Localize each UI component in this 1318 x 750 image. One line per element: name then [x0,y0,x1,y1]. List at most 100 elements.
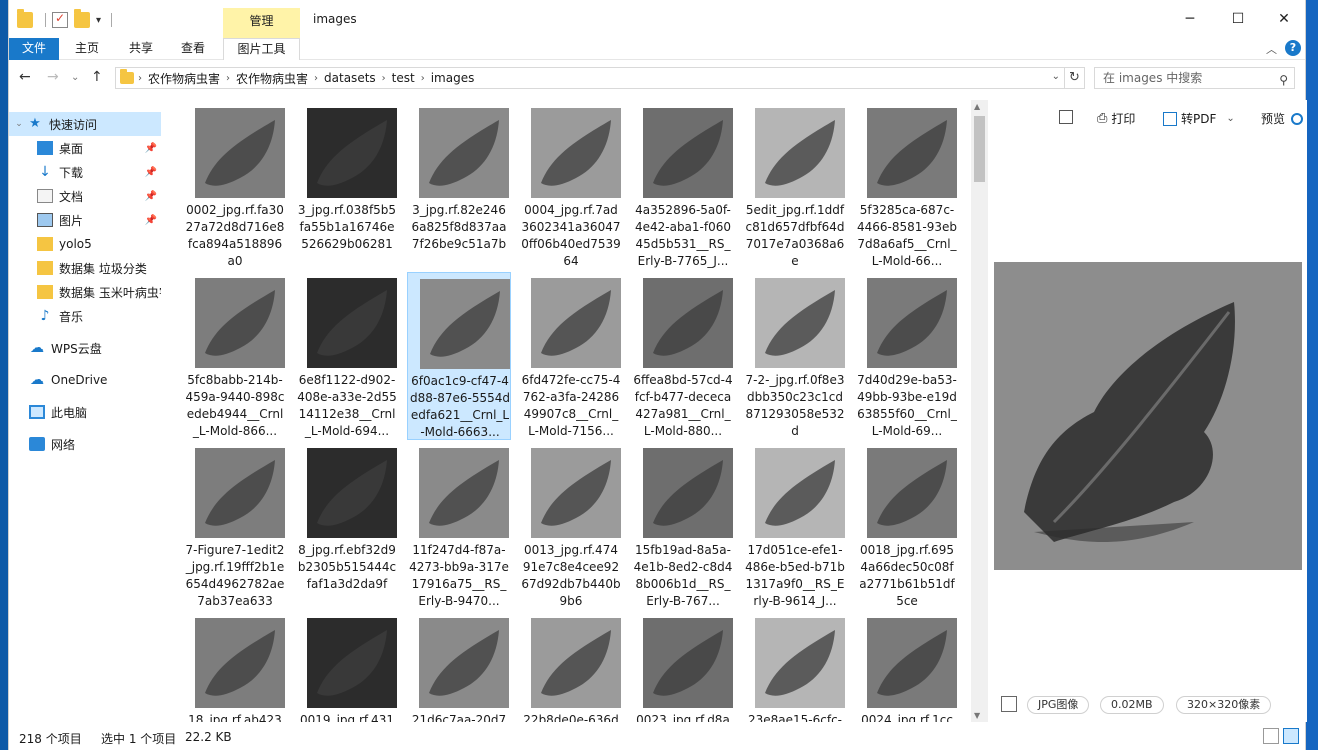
tab-home[interactable]: 主页 [67,38,107,60]
sidebar-item-wps[interactable]: ☁ WPS云盘 [9,336,161,360]
customize-toolbar-icon[interactable]: ▾ [96,15,101,26]
recent-locations-icon[interactable]: ⌄ [71,72,79,83]
forward-arrow-icon[interactable]: → [47,69,59,85]
back-arrow-icon[interactable]: ← [19,69,31,85]
new-folder-icon[interactable] [74,9,90,28]
tab-share[interactable]: 共享 [121,38,161,60]
file-name: 17d051ce-efe1-486e-b5ed-b71b1317a9f0__RS… [745,543,845,608]
file-name: 5fc8babb-214b-459a-9440-898cedeb4944__Cr… [185,373,285,438]
thumbnail-image [195,448,285,538]
scroll-up-icon[interactable]: ▲ [974,102,980,111]
tab-view[interactable]: 查看 [173,38,213,60]
file-item[interactable]: 21d6c7aa-20d7 [407,612,511,722]
tab-picture-tools[interactable]: 图片工具 [223,38,300,60]
breadcrumb[interactable]: datasets [324,71,376,85]
file-item[interactable]: 3_jpg.rf.038f5b5fa55b1a16746e526629b0628… [295,102,399,270]
sidebar-item-garbage-dataset[interactable]: 数据集 垃圾分类 [9,256,161,280]
breadcrumb[interactable]: 农作物病虫害 [148,70,220,87]
file-item[interactable]: 11f247d4-f87a-4273-bb9a-317e17916a75__RS… [407,442,511,610]
sidebar-item-onedrive[interactable]: ☁ OneDrive [9,368,161,392]
file-name: 0002_jpg.rf.fa3027a72d8d716e8fca894a5188… [185,203,285,268]
file-item[interactable]: 8_jpg.rf.ebf32d9b2305b515444cfaf1a3d2da9… [295,442,399,610]
quick-access-toolbar: ▾ [17,9,118,30]
file-item[interactable]: 22b8de0e-636d [519,612,623,722]
chevron-down-icon[interactable]: ⌄ [1226,113,1234,124]
file-name: 21d6c7aa-20d7 [411,713,507,722]
breadcrumb[interactable]: 农作物病虫害 [236,70,308,87]
file-item[interactable]: 7-Figure7-1edit2_jpg.rf.19fff2b1e654d496… [183,442,287,610]
thumbnail-image [419,448,509,538]
selection-count: 选中 1 个项目 [101,732,177,746]
file-name: 18_jpg.rf.ab423 [188,713,282,722]
vertical-scrollbar[interactable]: ▲ ▼ [971,100,988,722]
up-arrow-icon[interactable]: ↑ [91,69,103,85]
open-panel-icon[interactable] [1059,110,1073,124]
refresh-button[interactable]: ↻ [1065,67,1085,89]
file-item[interactable]: 5fc8babb-214b-459a-9440-898cedeb4944__Cr… [183,272,287,440]
file-item[interactable]: 4a352896-5a0f-4e42-aba1-f06045d5b531__RS… [631,102,735,270]
address-bar[interactable]: › 农作物病虫害 › 农作物病虫害 › datasets › test › im… [115,67,1065,89]
scroll-down-icon[interactable]: ▼ [974,711,980,720]
file-item[interactable]: 0004_jpg.rf.7ad3602341a360470ff06b40ed75… [519,102,623,270]
file-item[interactable]: 0013_jpg.rf.47491e7c8e4cee9267d92db7b440… [519,442,623,610]
sidebar-item-pictures[interactable]: 图片 📌 [9,208,161,232]
sidebar-item-music[interactable]: ♪ 音乐 [9,304,161,328]
search-input[interactable]: 在 images 中搜索 ⚲ [1094,67,1295,89]
pin-icon: 📌 [144,190,157,202]
file-item[interactable]: 7-2-_jpg.rf.0f8e3dbb350c23c1cd871293058e… [743,272,847,440]
details-icon[interactable] [1001,696,1017,712]
file-name: 3_jpg.rf.82e2466a825f8d837aa7f26be9c51a7… [411,203,507,251]
file-item[interactable]: 15fb19ad-8a5a-4e1b-8ed2-c8d48b006b1d__RS… [631,442,735,610]
preview-button[interactable]: 预览 [1261,110,1304,127]
file-item[interactable]: 5f3285ca-687c-4466-8581-93eb7d8a6af5__Cr… [855,102,959,270]
file-item[interactable]: 0002_jpg.rf.fa3027a72d8d716e8fca894a5188… [183,102,287,270]
chevron-up-icon[interactable]: ︿ [1266,41,1277,57]
breadcrumb[interactable]: test [392,71,415,85]
file-item[interactable]: 0024_jpg.rf.1cc [855,612,959,722]
details-view-icon[interactable] [1263,728,1279,744]
print-button[interactable]: ⎙ 打印 [1097,110,1135,127]
sidebar-item-label: OneDrive [51,373,108,387]
file-name: 0004_jpg.rf.7ad3602341a360470ff06b40ed75… [521,203,621,268]
thumbnail-image [420,279,510,369]
maximize-button[interactable]: ☐ [1215,4,1261,34]
file-item[interactable]: 18_jpg.rf.ab423 [183,612,287,722]
file-item[interactable]: 3_jpg.rf.82e2466a825f8d837aa7f26be9c51a7… [407,102,511,270]
file-item[interactable]: 6f0ac1c9-cf47-4d88-87e6-5554dedfa621__Cr… [407,272,511,440]
file-item[interactable]: 23e8ae15-6cfc- [743,612,847,722]
file-item[interactable]: 7d40d29e-ba53-49bb-93be-e19d63855f60__Cr… [855,272,959,440]
chevron-down-icon[interactable]: ⌄ [13,119,25,129]
breadcrumb[interactable]: images [431,71,475,85]
file-item[interactable]: 0019_jpg.rf.431 [295,612,399,722]
sidebar-item-quick-access[interactable]: ⌄ ★ 快速访问 [9,112,161,136]
file-item[interactable]: 0018_jpg.rf.6954a66dec50c08fa2771b61b51d… [855,442,959,610]
chevron-down-icon[interactable]: ⌄ [1052,71,1060,82]
file-item[interactable]: 17d051ce-efe1-486e-b5ed-b71b1317a9f0__RS… [743,442,847,610]
sidebar-item-network[interactable]: 网络 [9,432,161,456]
sidebar-item-documents[interactable]: 文档 📌 [9,184,161,208]
file-item[interactable]: 0023_jpg.rf.d8a [631,612,735,722]
scrollbar-thumb[interactable] [974,116,985,182]
sidebar-item-downloads[interactable]: ↓ 下载 📌 [9,160,161,184]
file-item[interactable]: 6ffea8bd-57cd-4fcf-b477-dececa427a981__C… [631,272,735,440]
large-icons-view-icon[interactable] [1283,728,1299,744]
sidebar-item-yolo5[interactable]: yolo5 [9,232,161,256]
tab-file[interactable]: 文件 [9,38,59,60]
help-icon[interactable]: ? [1285,40,1301,56]
sidebar-item-desktop[interactable]: 桌面 📌 [9,136,161,160]
file-item[interactable]: 6fd472fe-cc75-4762-a3fa-2428649907c8__Cr… [519,272,623,440]
file-name: 5edit_jpg.rf.1ddfc81d657dfbf64d7017e7a03… [745,203,845,268]
sidebar-item-label: 文档 [59,189,84,204]
properties-icon[interactable] [52,11,68,28]
file-item[interactable]: 5edit_jpg.rf.1ddfc81d657dfbf64d7017e7a03… [743,102,847,270]
to-pdf-button[interactable]: 转PDF ⌄ [1163,110,1235,127]
file-item[interactable]: 6e8f1122-d902-408e-a33e-2d5514112e38__Cr… [295,272,399,440]
context-tab-manage[interactable]: 管理 [223,8,300,38]
sidebar-item-label: 下载 [59,165,84,180]
sidebar-item-corn-dataset[interactable]: 数据集 玉米叶病虫害 [9,280,161,304]
onedrive-icon: ☁ [30,372,44,388]
minimize-button[interactable]: ─ [1167,4,1213,34]
sidebar-item-this-pc[interactable]: 此电脑 [9,400,161,424]
chevron-right-icon: › [381,72,386,84]
close-button[interactable]: ✕ [1261,4,1307,34]
